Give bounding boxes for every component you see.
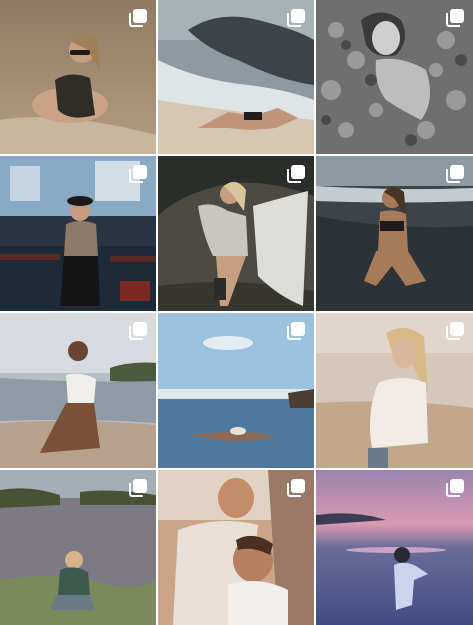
post-tile-1[interactable] xyxy=(0,0,156,154)
multiple-photos-icon xyxy=(286,478,306,498)
multiple-photos-icon xyxy=(128,321,148,341)
post-tile-5[interactable] xyxy=(158,156,314,311)
post-tile-4[interactable] xyxy=(0,156,156,311)
multiple-photos-icon xyxy=(445,478,465,498)
multiple-photos-icon xyxy=(445,8,465,28)
post-tile-6[interactable] xyxy=(316,156,473,311)
post-tile-10[interactable] xyxy=(0,470,156,625)
post-tile-8[interactable] xyxy=(158,313,314,468)
post-tile-3[interactable] xyxy=(316,0,473,154)
post-tile-12[interactable] xyxy=(316,470,473,625)
multiple-photos-icon xyxy=(128,164,148,184)
multiple-photos-icon xyxy=(445,164,465,184)
multiple-photos-icon xyxy=(286,8,306,28)
post-tile-7[interactable] xyxy=(0,313,156,468)
post-tile-11[interactable] xyxy=(158,470,314,625)
multiple-photos-icon xyxy=(286,164,306,184)
multiple-photos-icon xyxy=(445,321,465,341)
post-tile-9[interactable] xyxy=(316,313,473,468)
multiple-photos-icon xyxy=(128,478,148,498)
multiple-photos-icon xyxy=(128,8,148,28)
post-grid xyxy=(0,0,473,625)
multiple-photos-icon xyxy=(286,321,306,341)
post-tile-2[interactable] xyxy=(158,0,314,154)
